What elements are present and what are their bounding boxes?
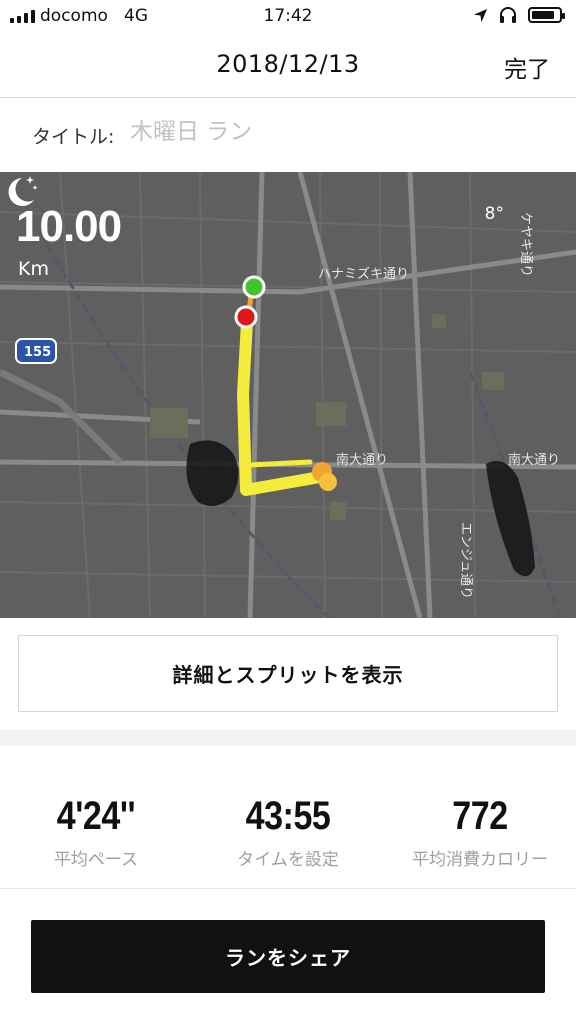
section-divider	[0, 730, 576, 746]
stat-average-pace: 4'24'' 平均ペース	[0, 794, 192, 870]
status-icons	[473, 6, 565, 24]
route-end-marker	[234, 305, 258, 329]
run-date-title: 2018/12/13	[216, 50, 360, 78]
stat-label[interactable]: タイムを設定	[192, 845, 384, 870]
route-start-marker	[242, 275, 266, 299]
details-and-splits-button[interactable]: 詳細とスプリットを表示	[18, 635, 558, 712]
distance-unit: Km	[18, 258, 49, 280]
stat-duration: 43:55 タイムを設定	[192, 794, 384, 870]
share-run-button[interactable]: ランをシェア	[31, 920, 545, 993]
stat-calories: 772 平均消費カロリー	[384, 794, 576, 870]
road-label-keyaki: ケヤキ通り	[518, 212, 533, 277]
stat-value: 4'24''	[56, 794, 136, 838]
run-title-row: タイトル:	[0, 98, 576, 172]
road-label-nandai-2: 南大通り	[508, 452, 560, 468]
battery-icon	[528, 7, 565, 23]
nav-bar: 2018/12/13 完了	[0, 34, 576, 98]
route-map[interactable]: ハナミズキ通り 南大通り 南大通り エンジュ通り ケヤキ通り 155 10.00…	[0, 172, 576, 618]
stat-label: 平均消費カロリー	[412, 850, 548, 870]
moon-stars-icon	[8, 176, 38, 206]
route-155-shield: 155	[24, 345, 51, 360]
run-summary-screen: docomo 4G 17:42 2018/12/13 完了 タイトル: 木曜日 …	[0, 0, 576, 1024]
road-label-nandai-1: 南大通り	[336, 452, 388, 468]
done-button[interactable]: 完了	[504, 50, 550, 84]
road-label-enju: エンジュ通り	[458, 522, 473, 599]
run-title-label: タイトル:	[32, 126, 115, 148]
temperature: 8°	[484, 204, 504, 224]
location-arrow-icon	[473, 8, 488, 22]
stat-value: 43:55	[245, 794, 331, 838]
run-stats: 4'24'' 平均ペース 43:55 タイムを設定 772 平均消費カロリー	[0, 746, 576, 889]
road-label-hanamizuki: ハナミズキ通り	[318, 266, 409, 282]
headphones-icon	[500, 7, 516, 23]
stat-value: 772	[452, 794, 508, 838]
run-title-input[interactable]	[130, 114, 550, 150]
status-bar: docomo 4G 17:42	[0, 0, 576, 34]
stat-label: 平均ペース	[53, 850, 139, 870]
